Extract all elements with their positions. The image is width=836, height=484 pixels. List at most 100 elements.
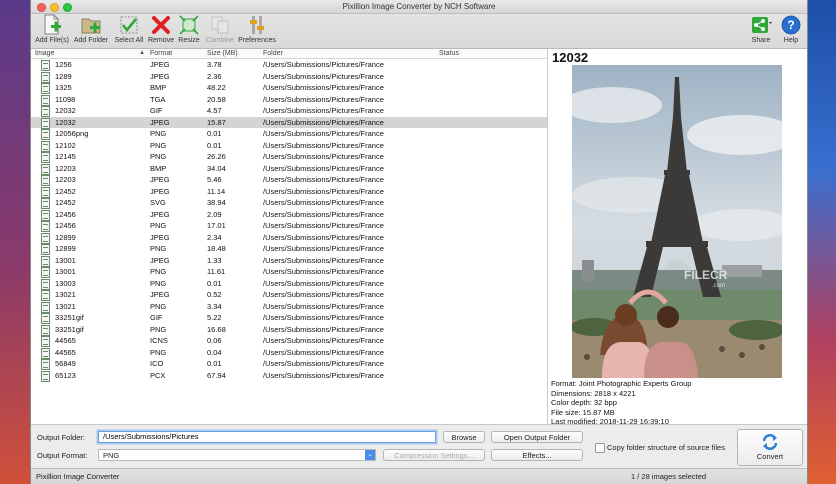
combine-label: Combine <box>205 37 234 44</box>
cell-format: PNG <box>150 221 167 230</box>
column-header-folder[interactable]: Folder <box>263 49 283 58</box>
table-row[interactable]: 12452 SVG 38.94/Users/Submissions/Pictures… <box>31 197 547 209</box>
cell-size: 0.01 <box>207 129 222 138</box>
table-row[interactable]: 56849 ICO 0.01/Users/Submissions/Pictures/… <box>31 358 547 370</box>
svg-text:?: ? <box>787 18 794 32</box>
resize-icon <box>179 15 199 35</box>
add-folder-button[interactable]: Add Folder <box>71 14 111 48</box>
image-file-icon <box>41 336 50 347</box>
share-button[interactable]: Share <box>747 14 775 48</box>
column-header-format[interactable]: Format <box>150 49 172 58</box>
cell-format: JPEG <box>150 60 170 69</box>
cell-size: 5.46 <box>207 175 222 184</box>
image-file-icon <box>41 324 50 336</box>
table-row[interactable]: 12203 JPEG 5.46/Users/Submissions/Pictures… <box>31 174 547 186</box>
image-file-icon <box>41 186 50 198</box>
resize-button[interactable]: Resize <box>176 14 202 48</box>
table-row[interactable]: 33251gif PNG 16.68/Users/Submissions/Pictu… <box>31 324 547 336</box>
preview-file-size: File size: 15.87 MB <box>551 407 615 417</box>
table-row[interactable]: 13003 PNG 0.01/Users/Submissions/Pictures/… <box>31 278 547 290</box>
table-row[interactable]: 12203 BMP 34.04/Users/Submissions/Pictures… <box>31 163 547 175</box>
table-row[interactable]: 11098 TGA 20.58/Users/Submissions/Pictures… <box>31 94 547 106</box>
cell-folder: /Users/Submissions/Pictures/France <box>263 60 384 69</box>
cell-format: PNG <box>150 140 167 150</box>
table-row[interactable]: 13021 JPEG 0.52/Users/Submissions/Pictures… <box>31 289 547 301</box>
window-controls <box>37 3 72 12</box>
cell-size: 5.22 <box>207 313 222 322</box>
table-row[interactable]: 44565 PNG 0.04/Users/Submissions/Pictures/… <box>31 347 547 359</box>
cell-size: 34.04 <box>207 163 226 173</box>
table-row[interactable]: 1289 JPEG 2.36/Users/Submissions/Pictures/… <box>31 71 547 83</box>
desktop-background-right <box>806 0 836 484</box>
table-row[interactable]: 13001 PNG 11.61/Users/Submissions/Pictures… <box>31 266 547 278</box>
convert-button[interactable]: Convert <box>737 429 803 466</box>
table-row[interactable]: 12032 JPEG 15.87/Users/Submissions/Picture… <box>31 116 547 129</box>
table-row[interactable]: 12456 PNG 17.01/Users/Submissions/Pictures… <box>31 220 547 232</box>
cell-format: TGA <box>150 94 166 104</box>
cell-format: JPEG <box>150 232 170 242</box>
table-row[interactable]: 12056png PNG 0.01/Users/Submissions/Pictur… <box>31 128 547 140</box>
preferences-button[interactable]: Preferences <box>237 14 277 48</box>
resize-label: Resize <box>178 37 200 44</box>
cell-folder: /Users/Submissions/Pictures/France <box>263 359 384 368</box>
table-row[interactable]: 1325 BMP 48.22/Users/Submissions/Pictures/… <box>31 82 547 94</box>
image-file-icon <box>41 313 50 324</box>
column-header-size[interactable]: Size (MB) <box>207 49 238 58</box>
select-all-button[interactable]: Select All <box>112 14 146 48</box>
table-row[interactable]: 13001 JPEG 1.33/Users/Submissions/Pictures… <box>31 255 547 267</box>
cell-folder: /Users/Submissions/Pictures/France <box>263 290 384 299</box>
column-header-image[interactable]: Image <box>35 49 54 58</box>
table-row[interactable]: 44565 ICNS 0.06/Users/Submissions/Pictures… <box>31 335 547 347</box>
cell-image-name: 12056png <box>55 129 89 138</box>
image-file-icon <box>41 278 50 290</box>
cell-format: JPEG <box>150 71 170 81</box>
help-button[interactable]: ? Help <box>779 14 803 48</box>
table-row[interactable]: 12102 PNG 0.01/Users/Submissions/Pictures/… <box>31 140 547 152</box>
image-list[interactable]: Image ▲ Format Size (MB) Folder Status 1… <box>31 49 548 424</box>
add-files-button[interactable]: Add File(s) <box>33 14 71 48</box>
table-row[interactable]: 12032 GIF 4.57/Users/Submissions/Pictures/… <box>31 105 547 117</box>
image-file-icon <box>41 221 50 232</box>
table-row[interactable]: 12899 JPEG 2.34/Users/Submissions/Pictures… <box>31 232 547 244</box>
cell-size: 38.94 <box>207 198 226 207</box>
cell-image-name: 12203 <box>55 163 76 173</box>
output-folder-input[interactable] <box>98 431 436 443</box>
image-file-icon <box>41 290 50 301</box>
cell-format: PNG <box>150 244 167 253</box>
output-format-select[interactable]: PNG ⌄ <box>98 449 376 461</box>
table-row[interactable]: 1256 JPEG 3.78/Users/Submissions/Pictures/… <box>31 59 547 71</box>
cell-folder: /Users/Submissions/Pictures/France <box>263 244 384 253</box>
cell-folder: /Users/Submissions/Pictures/France <box>263 152 384 161</box>
compression-settings-button[interactable]: Compression Settings... <box>383 449 485 461</box>
share-label: Share <box>751 37 771 44</box>
preview-info: Format: Joint Photographic Experts Group… <box>551 379 691 427</box>
cell-format: SVG <box>150 198 166 207</box>
cell-image-name: 12899 <box>55 244 76 253</box>
preview-format: Format: Joint Photographic Experts Group <box>551 379 692 388</box>
remove-label: Remove <box>147 37 175 44</box>
table-row[interactable]: 65123 PCX 67.94/Users/Submissions/Pictures… <box>31 370 547 382</box>
combine-button[interactable]: Combine <box>203 14 237 48</box>
cell-format: JPEG <box>150 117 170 127</box>
browse-button[interactable]: Browse <box>443 431 485 443</box>
zoom-window-button[interactable] <box>63 3 72 12</box>
cell-image-name: 12456 <box>55 221 76 230</box>
copy-structure-checkbox[interactable] <box>595 443 605 453</box>
close-window-button[interactable] <box>37 3 46 12</box>
table-row[interactable]: 12456 JPEG 2.09/Users/Submissions/Pictures… <box>31 209 547 221</box>
table-row[interactable]: 13021 PNG 3.34/Users/Submissions/Pictures/… <box>31 301 547 313</box>
effects-button[interactable]: Effects... <box>491 449 583 461</box>
image-file-icon <box>41 370 50 382</box>
preview-color-depth: Color depth: 32 bpp <box>551 398 617 407</box>
column-header-status[interactable]: Status <box>439 49 459 58</box>
minimize-window-button[interactable] <box>50 3 59 12</box>
table-row[interactable]: 33251gif GIF 5.22/Users/Submissions/Pictur… <box>31 312 547 324</box>
table-row[interactable]: 12145 PNG 26.26/Users/Submissions/Pictures… <box>31 151 547 163</box>
cell-folder: /Users/Submissions/Pictures/France <box>263 186 384 196</box>
table-row[interactable]: 12899 PNG 18.48/Users/Submissions/Pictures… <box>31 243 547 255</box>
image-file-icon <box>41 152 50 163</box>
add-folder-label: Add Folder <box>73 37 109 44</box>
remove-button[interactable]: Remove <box>147 14 175 48</box>
open-output-folder-button[interactable]: Open Output Folder <box>491 431 583 443</box>
table-row[interactable]: 12452 JPEG 11.14/Users/Submissions/Picture… <box>31 186 547 198</box>
